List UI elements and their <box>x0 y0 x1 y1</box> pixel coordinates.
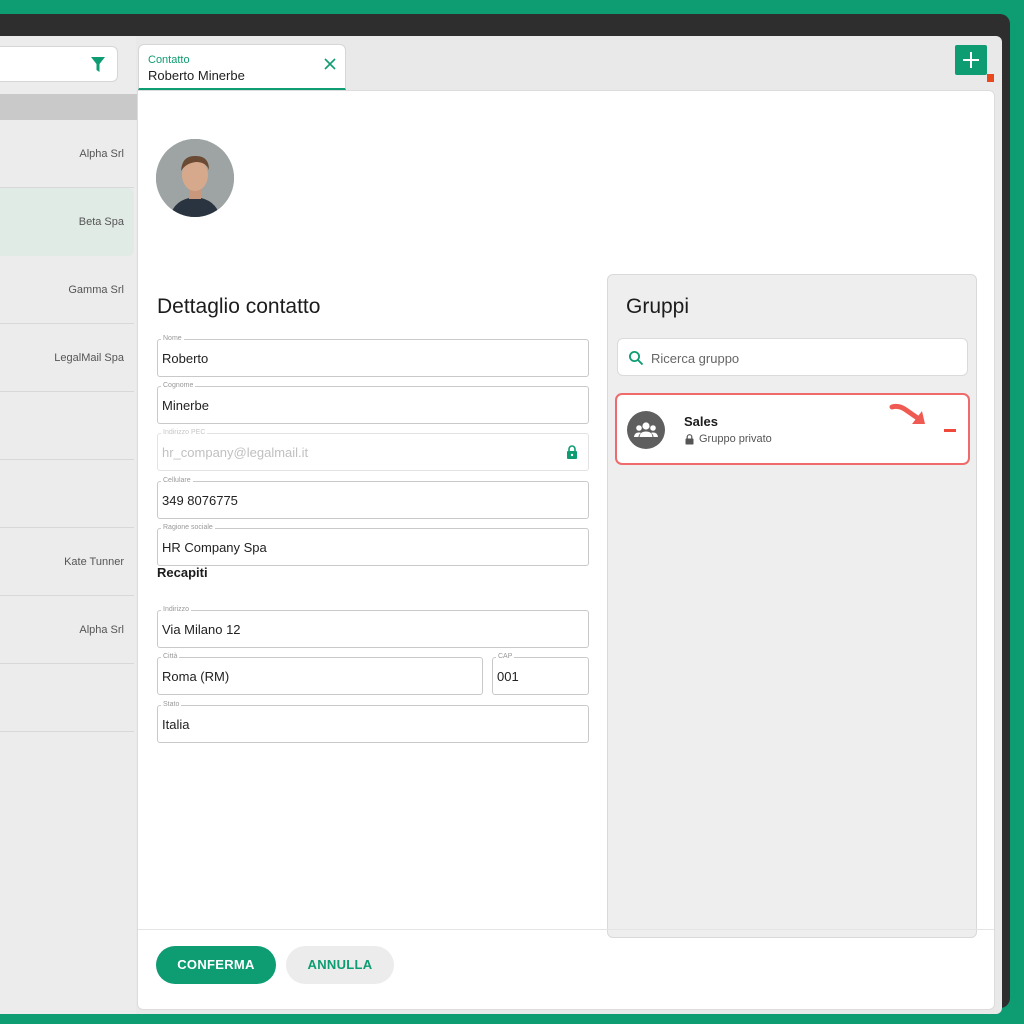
field-label: Indirizzo <box>161 605 192 614</box>
tab-contact[interactable]: Contatto Roberto Minerbe <box>138 44 346 90</box>
group-avatar <box>627 411 665 449</box>
field-label: CAP <box>496 652 515 661</box>
field-value: Roberto <box>162 351 209 366</box>
field-value: 349 8076775 <box>162 493 238 508</box>
field-value: Via Milano 12 <box>162 622 241 637</box>
list-item[interactable] <box>0 460 134 528</box>
list-item[interactable]: Gamma Srl <box>0 256 134 324</box>
cognome-field[interactable]: Cognome Minerbe <box>157 381 589 424</box>
list-item[interactable]: Alpha Srl <box>0 596 134 664</box>
notification-dot <box>987 74 994 82</box>
cancel-button[interactable]: ANNULLA <box>286 946 394 984</box>
field-value: Roma (RM) <box>162 669 230 684</box>
nome-field[interactable]: Nome Roberto <box>157 334 589 377</box>
pec-field: Indirizzo PEC hr_company@legalmail.it <box>157 428 589 471</box>
field-value: hr_company@legalmail.it <box>162 445 309 460</box>
lock-icon <box>567 445 577 459</box>
field-label: Cognome <box>161 381 196 390</box>
group-name: Sales <box>684 414 718 429</box>
tab-subtitle: Contatto <box>148 54 190 66</box>
field-value: 001 <box>497 669 519 684</box>
field-label: Nome <box>161 334 184 343</box>
field-value: Minerbe <box>162 398 209 413</box>
list-filter-bar[interactable] <box>0 46 118 82</box>
list-item[interactable]: LegalMail Spa <box>0 324 134 392</box>
footer-divider <box>138 929 994 930</box>
field-label: Stato <box>161 700 182 709</box>
tab-title: Roberto Minerbe <box>148 68 245 83</box>
close-icon[interactable] <box>323 57 337 71</box>
cellulare-field[interactable]: Cellulare 349 8076775 <box>157 476 589 519</box>
plus-icon <box>963 52 979 68</box>
group-type: Gruppo privato <box>699 433 772 445</box>
ragione-sociale-field[interactable]: Ragione sociale HR Company Spa <box>157 523 589 566</box>
citta-field[interactable]: Città Roma (RM) <box>157 652 483 695</box>
group-item-sales[interactable]: Sales Gruppo privato <box>615 393 970 465</box>
remove-group-button[interactable] <box>944 429 956 432</box>
search-placeholder: Ricerca gruppo <box>651 351 740 366</box>
person-photo-icon <box>156 139 234 217</box>
filter-icon[interactable] <box>91 57 105 73</box>
group-search-input[interactable]: Ricerca gruppo <box>617 338 968 376</box>
list-item[interactable]: Alpha Srl <box>0 120 134 188</box>
contact-detail-panel: Dettaglio contatto Nome Roberto Cognome … <box>137 90 995 1010</box>
pointer-arrow-icon <box>889 403 925 424</box>
list-item[interactable] <box>0 664 134 732</box>
field-label: Ragione sociale <box>161 523 215 532</box>
field-value: HR Company Spa <box>162 540 267 555</box>
indirizzo-field[interactable]: Indirizzo Via Milano 12 <box>157 605 589 648</box>
add-tab-button[interactable] <box>955 45 987 75</box>
field-label: Città <box>161 652 180 661</box>
field-value: Italia <box>162 717 190 732</box>
lock-icon <box>685 434 694 445</box>
avatar[interactable] <box>156 139 234 217</box>
recapiti-title: Recapiti <box>157 565 208 580</box>
groups-title: Gruppi <box>626 295 690 318</box>
search-icon <box>629 351 644 366</box>
list-header <box>0 94 138 120</box>
stato-field[interactable]: Stato Italia <box>157 700 589 743</box>
list-item[interactable]: Kate Tunner <box>0 528 134 596</box>
groups-panel: Gruppi Ricerca gruppo Sales Gruppo priva… <box>607 274 977 938</box>
field-label: Indirizzo PEC <box>161 428 208 437</box>
list-item[interactable]: Beta Spa <box>0 188 134 256</box>
cap-field[interactable]: CAP 001 <box>492 652 589 695</box>
contact-list: Alpha Srl Beta Spa Gamma Srl LegalMail Spa K… <box>0 36 138 1014</box>
group-icon <box>634 422 658 437</box>
app-screen: Alpha Srl Beta Spa Gamma Srl LegalMail Spa K… <box>0 36 1002 1014</box>
detail-title: Dettaglio contatto <box>157 295 321 318</box>
list-item[interactable] <box>0 392 134 460</box>
confirm-button[interactable]: CONFERMA <box>156 946 276 984</box>
field-label: Cellulare <box>161 476 193 485</box>
